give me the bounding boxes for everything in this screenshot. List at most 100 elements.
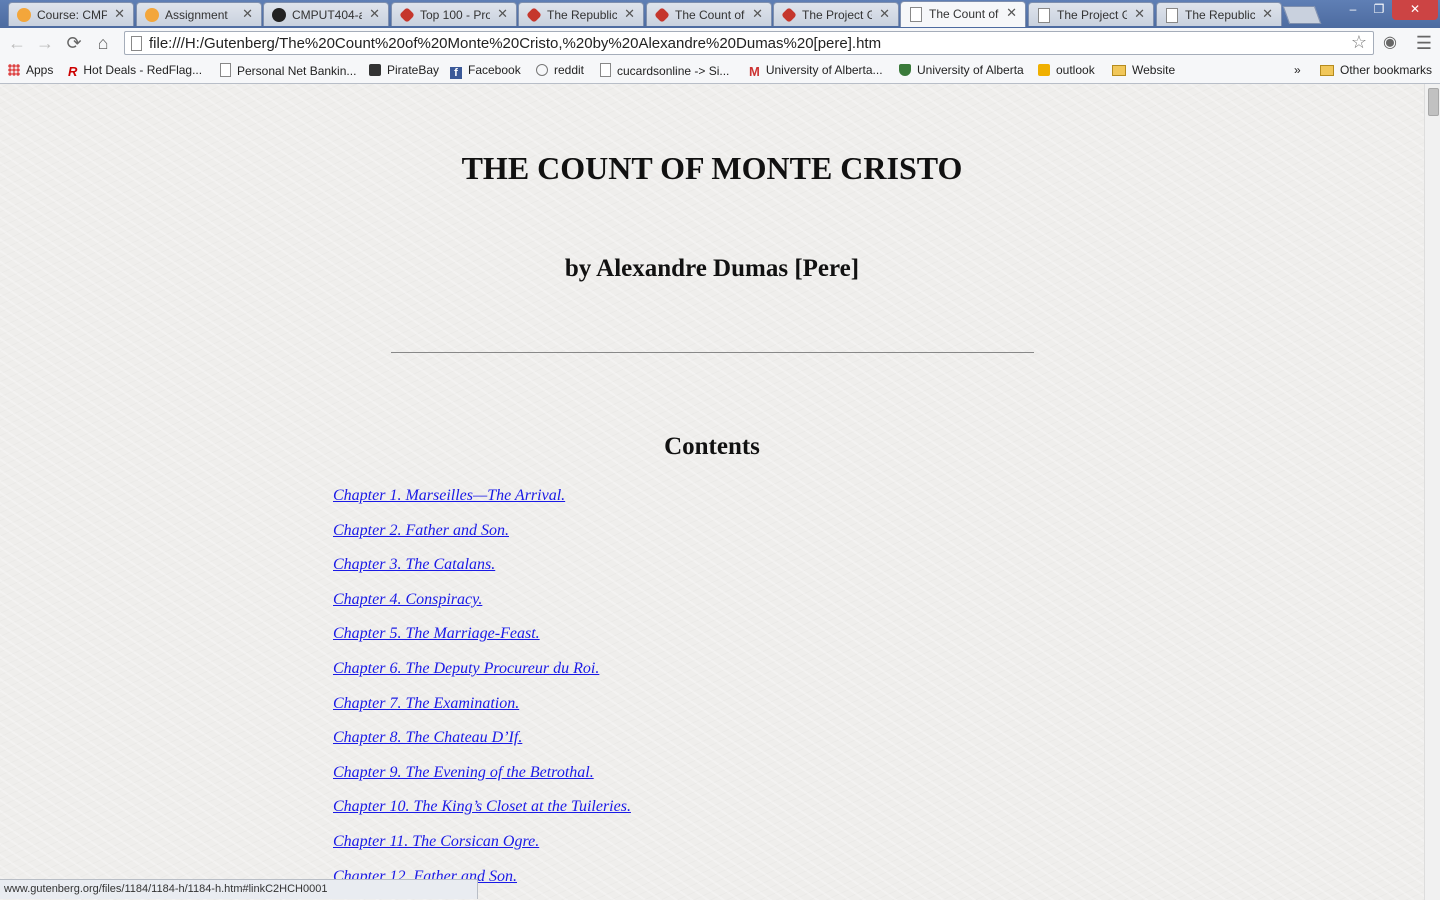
close-tab-icon[interactable]: ✕ xyxy=(624,7,635,21)
tab-title: The Project G xyxy=(802,8,872,22)
browser-tab[interactable]: The Project G ✕ xyxy=(773,2,899,26)
chapter-link[interactable]: Chapter 9. The Evening of the Betrothal. xyxy=(333,764,594,781)
restore-icon[interactable]: ❐ xyxy=(1366,0,1392,20)
page-icon xyxy=(220,63,231,77)
ualberta-icon xyxy=(899,64,911,76)
gutenberg-icon xyxy=(781,7,797,23)
browser-tab[interactable]: The Project G ✕ xyxy=(1028,2,1154,26)
close-tab-icon[interactable]: ✕ xyxy=(497,7,508,21)
browser-tab[interactable]: The Count of ✕ xyxy=(900,1,1026,27)
back-arrow-icon[interactable]: ← xyxy=(5,31,29,55)
folder-icon xyxy=(1112,65,1126,76)
page-icon xyxy=(1166,8,1178,23)
chapter-link[interactable]: Chapter 4. Conspiracy. xyxy=(333,591,482,608)
chapter-link[interactable]: Chapter 8. The Chateau D’If. xyxy=(333,729,522,746)
toc-item: Chapter 8. The Chateau D’If. xyxy=(333,727,631,762)
browser-tab[interactable]: The Republic ✕ xyxy=(518,2,644,26)
menu-icon[interactable]: ☰ xyxy=(1412,31,1436,55)
browser-tab[interactable]: Assignment ✕ xyxy=(136,2,262,26)
bookmark-item[interactable]: Website xyxy=(1112,63,1175,77)
other-bookmarks-label: Other bookmarks xyxy=(1340,63,1433,77)
bookmark-item[interactable]: reddit xyxy=(536,63,584,77)
bookmark-item[interactable]: University of Alberta xyxy=(899,63,1024,77)
page-icon xyxy=(910,7,922,22)
bookmark-item[interactable]: PirateBay xyxy=(369,63,439,77)
bookmark-item[interactable]: R Hot Deals - RedFlag... xyxy=(68,63,203,79)
toc-item: Chapter 7. The Examination. xyxy=(333,693,631,728)
facebook-icon: f xyxy=(450,67,462,79)
chapter-link[interactable]: Chapter 5. The Marriage-Feast. xyxy=(333,625,540,642)
browser-tab[interactable]: The Republic ✕ xyxy=(1156,2,1282,26)
close-tab-icon[interactable]: ✕ xyxy=(369,7,380,21)
toc-item: Chapter 2. Father and Son. xyxy=(333,520,631,555)
gutenberg-icon xyxy=(399,7,415,23)
bookmark-item[interactable]: Personal Net Bankin... xyxy=(220,63,356,78)
close-tab-icon[interactable]: ✕ xyxy=(114,7,125,21)
reload-icon[interactable]: ⟳ xyxy=(62,31,86,55)
toc-item: Chapter 3. The Catalans. xyxy=(333,554,631,589)
home-icon[interactable]: ⌂ xyxy=(91,31,115,55)
chapter-link[interactable]: Chapter 1. Marseilles—The Arrival. xyxy=(333,487,565,504)
tab-title: The Republic xyxy=(547,8,617,22)
chapter-link[interactable]: Chapter 11. The Corsican Ogre. xyxy=(333,833,539,850)
chapter-link[interactable]: Chapter 7. The Examination. xyxy=(333,695,519,712)
browser-tab[interactable]: Course: CMP ✕ xyxy=(8,2,134,26)
new-tab-button[interactable] xyxy=(1282,6,1322,24)
bookmarks-bar: Apps R Hot Deals - RedFlag... Personal Net … xyxy=(0,58,1440,84)
chapter-link[interactable]: Chapter 2. Father and Son. xyxy=(333,522,509,539)
chapter-link[interactable]: Chapter 3. The Catalans. xyxy=(333,556,495,573)
contents-heading: Contents xyxy=(664,433,760,460)
tab-title: CMPUT404-a xyxy=(292,8,362,22)
page-icon xyxy=(600,63,611,77)
chapter-link[interactable]: Chapter 6. The Deputy Procureur du Roi. xyxy=(333,660,599,677)
bookmark-item[interactable]: f Facebook xyxy=(450,63,521,79)
bookmark-label: cucardsonline -> Si... xyxy=(617,64,730,78)
scrollbar-thumb[interactable] xyxy=(1428,88,1439,116)
bookmark-label: outlook xyxy=(1056,63,1095,77)
bookmark-star-icon[interactable]: ☆ xyxy=(1351,32,1367,53)
close-tab-icon[interactable]: ✕ xyxy=(879,7,890,21)
address-bar[interactable]: file:///H:/Gutenberg/The%20Count%20of%20… xyxy=(124,31,1374,55)
browser-tab[interactable]: CMPUT404-a ✕ xyxy=(263,2,389,26)
bookmark-item[interactable]: cucardsonline -> Si... xyxy=(600,63,729,78)
table-of-contents: Chapter 1. Marseilles—The Arrival. Chapte… xyxy=(333,485,631,900)
bookmarks-overflow-button[interactable]: » xyxy=(1294,63,1301,77)
other-bookmarks-folder[interactable]: Other bookmarks xyxy=(1320,63,1432,77)
close-tab-icon[interactable]: ✕ xyxy=(242,7,253,21)
tab-title: The Republic xyxy=(1185,8,1255,22)
close-tab-icon[interactable]: ✕ xyxy=(752,7,763,21)
browser-tab[interactable]: The Count of ✕ xyxy=(646,2,772,26)
bookmark-item[interactable]: outlook xyxy=(1038,63,1095,77)
bookmark-label: Hot Deals - RedFlag... xyxy=(83,63,203,77)
tab-title: The Count of xyxy=(929,7,999,21)
book-author: by Alexandre Dumas [Pere] xyxy=(564,255,860,282)
gmail-icon: M xyxy=(749,64,760,79)
book-title: THE COUNT OF MONTE CRISTO xyxy=(461,150,963,186)
address-url[interactable]: file:///H:/Gutenberg/The%20Count%20of%20… xyxy=(149,35,881,52)
close-tab-icon[interactable]: ✕ xyxy=(1006,6,1017,20)
browser-tab[interactable]: Top 100 - Pro ✕ xyxy=(391,2,517,26)
bookmark-item[interactable]: M University of Alberta... xyxy=(749,63,883,79)
extension-icon[interactable]: ◉ xyxy=(1378,31,1402,55)
vertical-scrollbar[interactable] xyxy=(1424,84,1440,900)
close-window-icon[interactable]: ✕ xyxy=(1392,0,1438,20)
close-tab-icon[interactable]: ✕ xyxy=(1134,7,1145,21)
github-icon xyxy=(272,8,286,22)
browser-toolbar: ← → ⟳ ⌂ file:///H:/Gutenberg/The%20Count… xyxy=(0,28,1440,58)
forward-arrow-icon[interactable]: → xyxy=(33,31,57,55)
piratebay-icon xyxy=(369,64,381,76)
bookmark-item[interactable]: Apps xyxy=(8,63,53,77)
page-icon xyxy=(1038,8,1050,23)
toc-item: Chapter 9. The Evening of the Betrothal. xyxy=(333,762,631,797)
apps-icon xyxy=(8,64,20,76)
folder-icon xyxy=(1320,65,1334,76)
toc-item: Chapter 4. Conspiracy. xyxy=(333,589,631,624)
bookmark-label: Website xyxy=(1132,63,1176,77)
moodle-icon xyxy=(17,8,31,22)
status-bubble: www.gutenberg.org/files/1184/1184-h/1184… xyxy=(0,879,478,899)
reddit-icon xyxy=(536,64,548,76)
chapter-link[interactable]: Chapter 10. The King’s Closet at the Tui… xyxy=(333,798,631,815)
minimize-icon[interactable]: – xyxy=(1340,0,1366,20)
tab-title: The Count of xyxy=(675,8,745,22)
close-tab-icon[interactable]: ✕ xyxy=(1262,7,1273,21)
